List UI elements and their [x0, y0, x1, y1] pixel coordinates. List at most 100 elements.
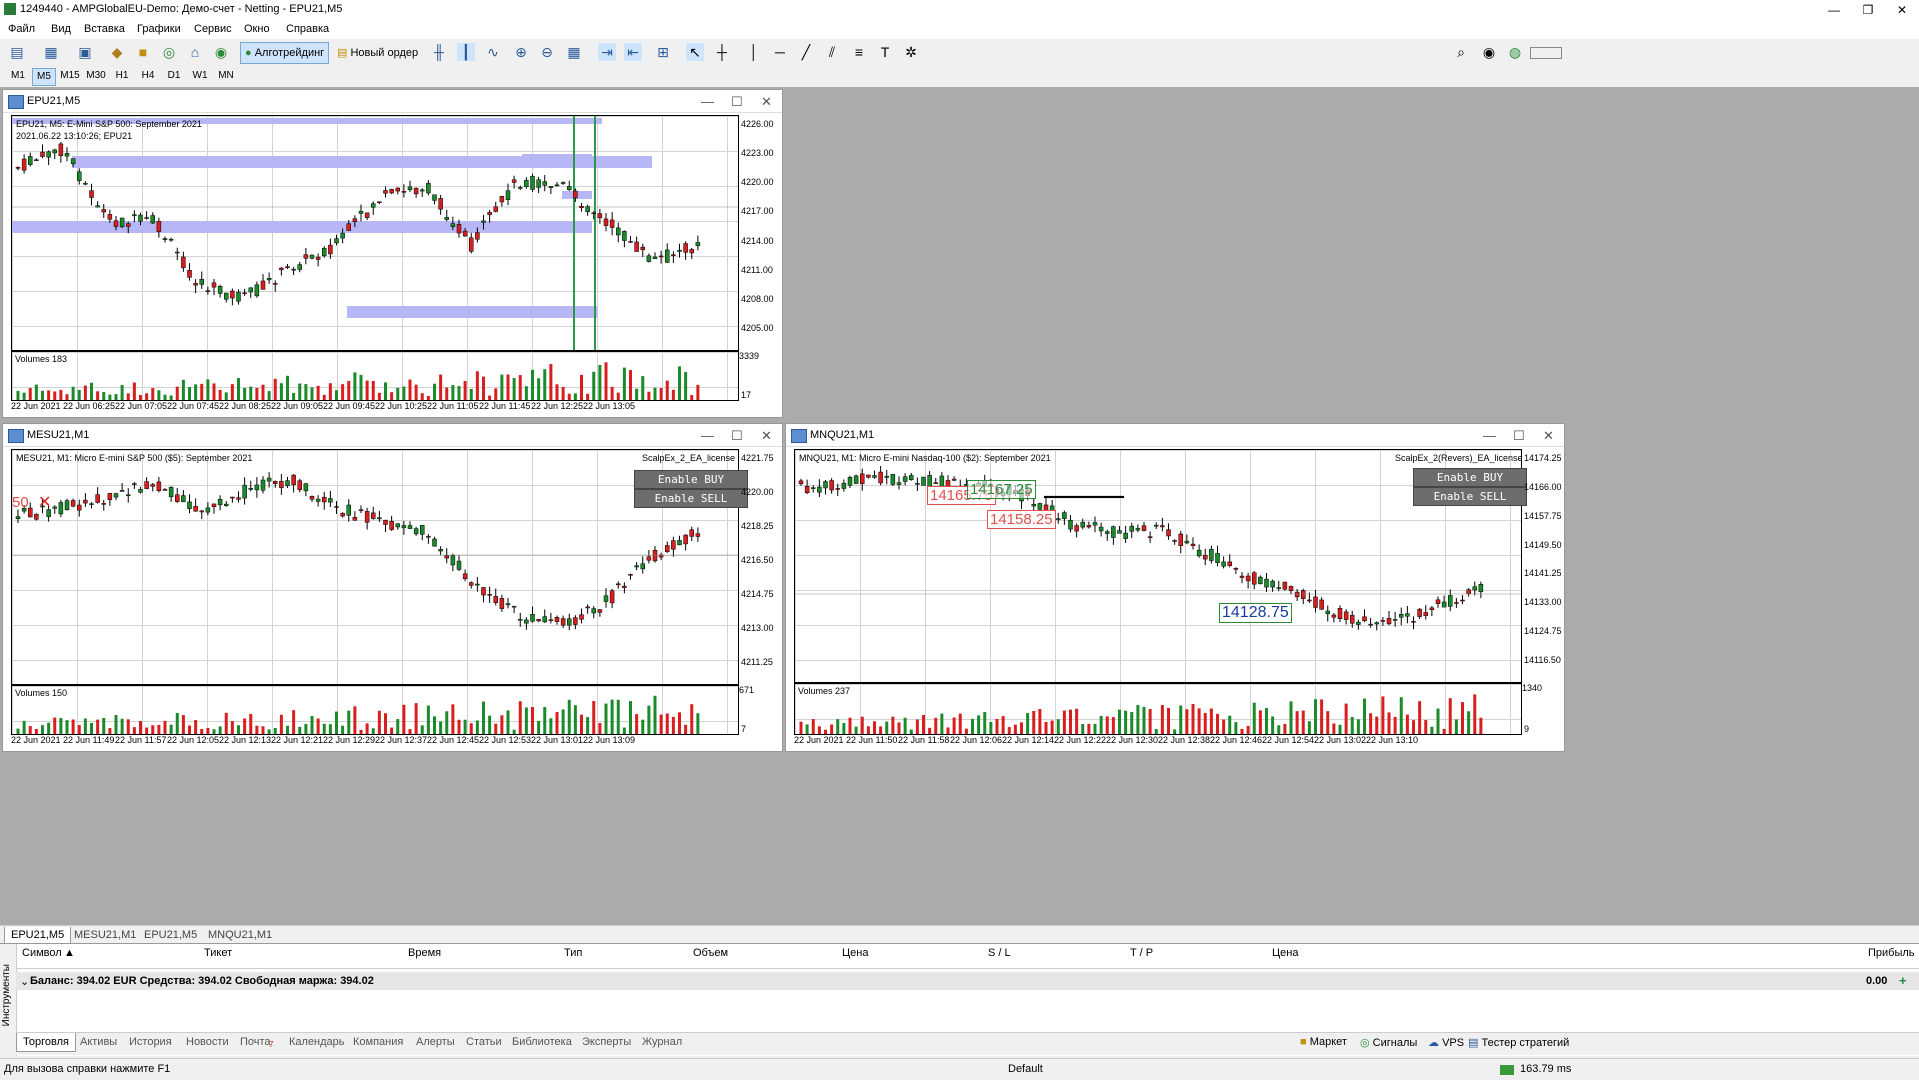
autoscroll-icon[interactable]: ⇥ — [598, 43, 616, 61]
maximize-icon[interactable]: ☐ — [731, 94, 743, 110]
enable-sell-button[interactable]: Enable SELL — [1413, 487, 1527, 506]
tab-news[interactable]: Новости — [186, 1036, 229, 1048]
close-icon[interactable]: ✕ — [761, 94, 772, 110]
tab-journal[interactable]: Журнал — [642, 1036, 682, 1048]
market-link[interactable]: ■ Маркет — [1300, 1036, 1347, 1048]
time-axis[interactable]: 22 Jun 2021 22 Jun 11:49 22 Jun 11:57 22 Ju… — [11, 735, 737, 749]
menu-help[interactable]: Справка — [286, 23, 329, 35]
candle-chart-icon[interactable]: ┃ — [457, 43, 475, 61]
navigator-icon[interactable]: ◎ — [160, 43, 178, 61]
col-symbol[interactable]: Символ — [22, 947, 62, 959]
col-sl[interactable]: S / L — [988, 947, 1011, 959]
price-axis[interactable]: 4221.75 4220.00 4218.25 4216.50 4214.75 4213.… — [739, 449, 781, 683]
tab-mail[interactable]: Почта — [240, 1036, 271, 1048]
search-icon[interactable]: ⌕ — [1452, 43, 1470, 61]
tf-d1[interactable]: D1 — [162, 68, 186, 84]
col-volume[interactable]: Объем — [693, 947, 728, 959]
price-plot[interactable]: EPU21, M5: E-Mini S&P 500: September 202… — [11, 115, 739, 351]
tab-library[interactable]: Библиотека — [512, 1036, 572, 1048]
templates-icon[interactable]: ▣ — [76, 43, 94, 61]
strategy-tester-icon[interactable]: ◉ — [212, 43, 230, 61]
tab-experts[interactable]: Эксперты — [582, 1036, 631, 1048]
enable-buy-button[interactable]: Enable BUY — [1413, 468, 1527, 487]
balance-row[interactable]: ⌄ Баланс: 394.02 EUR Средства: 394.02 Св… — [16, 972, 1919, 990]
col-ticket[interactable]: Тикет — [204, 947, 232, 959]
price-plot[interactable]: MESU21, M1: Micro E-mini S&P 500 ($5): S… — [11, 449, 748, 685]
menu-file[interactable]: Файл — [8, 23, 35, 35]
zoom-out-icon[interactable]: ⊖ — [538, 43, 556, 61]
tile-windows-icon[interactable]: ▦ — [565, 43, 583, 61]
col-tp[interactable]: T / P — [1130, 947, 1153, 959]
toolbox-side[interactable]: Инструменты — [0, 944, 17, 1056]
chart-tab[interactable]: EPU21,M5 — [4, 927, 72, 944]
minimize-icon[interactable]: — — [1817, 0, 1851, 20]
data-window-icon[interactable]: ■ — [134, 43, 152, 61]
price-plot[interactable]: MNQU21, M1: Micro E-mini Nasdaq-100 ($2)… — [794, 449, 1527, 683]
collapse-icon[interactable]: ⌄ — [20, 975, 29, 988]
time-axis[interactable]: 22 Jun 2021 22 Jun 11:50 22 Jun 11:58 22 Ju… — [794, 735, 1520, 749]
time-axis[interactable]: 22 Jun 2021 22 Jun 06:25 22 Jun 07:05 22 Ju… — [11, 401, 737, 415]
market-watch-icon[interactable]: ◆ — [108, 43, 126, 61]
zoom-in-icon[interactable]: ⊕ — [512, 43, 530, 61]
maximize-icon[interactable]: ☐ — [1513, 428, 1525, 444]
chart-tab[interactable]: EPU21,M5 — [138, 927, 203, 943]
tf-m30[interactable]: M30 — [84, 68, 108, 84]
col-time[interactable]: Время — [408, 947, 441, 959]
price-axis[interactable]: 14174.25 14166.00 14157.75 14149.50 14141.25… — [1522, 449, 1564, 681]
menu-window[interactable]: Окно — [244, 23, 270, 35]
tab-trade[interactable]: Торговля — [16, 1033, 76, 1052]
menu-insert[interactable]: Вставка — [84, 23, 125, 35]
chart-window-epu21[interactable]: EPU21,M5 — ☐ ✕ EPU21, M5: E-Mini S&P 500… — [2, 89, 783, 418]
account-icon[interactable]: ◉ — [1480, 43, 1498, 61]
tab-history[interactable]: История — [129, 1036, 172, 1048]
enable-sell-button[interactable]: Enable SELL — [634, 489, 748, 508]
chart-shift-icon[interactable]: ⇤ — [624, 43, 642, 61]
add-icon[interactable]: + — [1899, 973, 1907, 988]
bar-chart-icon[interactable]: ╫ — [430, 43, 448, 61]
tf-m15[interactable]: M15 — [58, 68, 82, 84]
indicators-icon[interactable]: ⊞ — [654, 43, 672, 61]
minimize-icon[interactable]: — — [701, 428, 714, 443]
tab-alerts[interactable]: Алерты — [416, 1036, 455, 1048]
crosshair-icon[interactable]: ┼ — [713, 43, 731, 61]
tf-h1[interactable]: H1 — [110, 68, 134, 84]
vps-link[interactable]: ☁ VPS — [1428, 1036, 1464, 1049]
volume-plot[interactable]: Volumes 237 — [794, 683, 1522, 735]
new-order-button[interactable]: ▤ Новый ордер — [332, 42, 423, 64]
chart-tab[interactable]: MNQU21,M1 — [202, 927, 278, 943]
maximize-icon[interactable]: ☐ — [731, 428, 743, 444]
close-icon[interactable]: ✕ — [1885, 0, 1919, 20]
toolbox-icon[interactable]: ⌂ — [186, 43, 204, 61]
menu-tools[interactable]: Сервис — [194, 23, 232, 35]
tf-h4[interactable]: H4 — [136, 68, 160, 84]
profiles-icon[interactable]: ▦ — [42, 43, 60, 61]
tf-m5[interactable]: M5 — [32, 68, 56, 86]
line-chart-icon[interactable]: ∿ — [484, 43, 502, 61]
minimize-icon[interactable]: — — [1483, 428, 1496, 443]
minimize-icon[interactable]: — — [701, 94, 714, 109]
col-profit[interactable]: Прибыль — [1868, 947, 1915, 959]
col-price[interactable]: Цена — [842, 947, 868, 959]
tab-assets[interactable]: Активы — [80, 1036, 117, 1048]
text-icon[interactable]: T — [876, 43, 894, 61]
tab-company[interactable]: Компания — [353, 1036, 403, 1048]
close-icon[interactable]: ✕ — [761, 428, 772, 444]
tf-mn[interactable]: MN — [214, 68, 238, 84]
cursor-icon[interactable]: ↖ — [686, 43, 704, 61]
algo-trading-button[interactable]: ● Алготрейдинг — [240, 42, 330, 64]
enable-buy-button[interactable]: Enable BUY — [634, 470, 748, 489]
restore-icon[interactable]: ❐ — [1851, 0, 1885, 20]
tf-w1[interactable]: W1 — [188, 68, 212, 84]
tab-calendar[interactable]: Календарь — [289, 1036, 345, 1048]
signal-icon[interactable]: ◍ — [1506, 43, 1524, 61]
price-axis[interactable]: 4226.00 4223.00 4220.00 4217.00 4214.00 4211.… — [739, 115, 781, 349]
shapes-icon[interactable]: ✲ — [902, 43, 920, 61]
menu-charts[interactable]: Графики — [137, 23, 181, 35]
horizontal-line-icon[interactable]: ─ — [771, 43, 789, 61]
volume-plot[interactable]: Volumes 183 — [11, 351, 739, 401]
tab-articles[interactable]: Статьи — [466, 1036, 502, 1048]
chart-tab[interactable]: MESU21,M1 — [68, 927, 142, 943]
menu-view[interactable]: Вид — [51, 23, 71, 35]
close-icon[interactable]: ✕ — [1543, 428, 1554, 444]
vertical-line-icon[interactable]: │ — [745, 43, 763, 61]
